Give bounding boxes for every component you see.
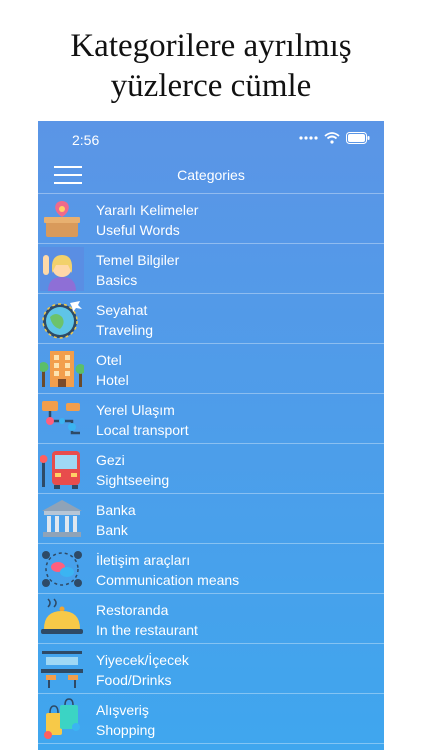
category-item-basics[interactable]: Temel Bilgiler Basics: [38, 244, 384, 294]
category-item-communication-means[interactable]: İletişim araçları Communication means: [38, 544, 384, 594]
food-table-icon: [41, 651, 83, 688]
category-item-restaurant[interactable]: Restoranda In the restaurant: [38, 594, 384, 644]
category-title-en: Hotel: [96, 372, 129, 388]
category-title-en: Useful Words: [96, 222, 180, 238]
category-title-en: Local transport: [96, 422, 189, 438]
category-item-local-transport[interactable]: Yerel Ulaşım Local transport: [38, 394, 384, 444]
promo-headline: Kategorilere ayrılmış yüzlerce cümle: [0, 26, 422, 106]
nav-bar: Categories: [38, 159, 384, 194]
gift-box-icon: [44, 201, 80, 237]
category-title-en: In the restaurant: [96, 622, 198, 638]
cloche-icon: [41, 598, 83, 634]
category-item-food-drinks[interactable]: Yiyecek/İçecek Food/Drinks: [38, 644, 384, 694]
category-title-tr: Gezi: [96, 452, 125, 468]
hotel-building-icon: [40, 351, 84, 387]
people-chat-icon: [42, 551, 82, 587]
category-item-bank[interactable]: Banka Bank: [38, 494, 384, 544]
category-item-hotel[interactable]: Otel Hotel: [38, 344, 384, 394]
category-title-tr: Yararlı Kelimeler: [96, 202, 199, 218]
category-title-tr: İletişim araçları: [96, 552, 191, 568]
category-item-shopping[interactable]: Alışveriş Shopping: [38, 694, 384, 744]
category-title-en: Communication means: [96, 572, 240, 588]
battery-icon: [346, 132, 370, 144]
headline-line-2: yüzlerce cümle: [110, 68, 312, 104]
category-title-tr: Yiyecek/İçecek: [96, 652, 189, 668]
category-title-tr: Otel: [96, 352, 122, 368]
category-title-en: Food/Drinks: [96, 672, 172, 688]
page-title: Categories: [177, 167, 245, 183]
bank-icon: [42, 500, 82, 537]
shopping-bags-icon: [44, 698, 80, 739]
waving-person-icon: [40, 247, 84, 291]
category-title-en: Sightseeing: [96, 472, 170, 488]
category-item-traveling[interactable]: Seyahat Traveling: [38, 294, 384, 344]
category-title-en: Shopping: [96, 722, 156, 738]
status-bar: 2:56: [38, 121, 384, 159]
status-time: 2:56: [72, 132, 100, 148]
signal-dots-icon: [299, 136, 318, 140]
category-title-tr: Restoranda: [96, 602, 169, 618]
wifi-icon: [324, 132, 340, 144]
category-title-en: Traveling: [96, 322, 154, 338]
headline-line-1: Kategorilere ayrılmış: [70, 28, 352, 64]
globe-plane-icon: [42, 301, 82, 339]
transit-route-icon: [42, 401, 80, 435]
category-title-tr: Alışveriş: [96, 702, 149, 718]
bus-icon: [40, 451, 80, 489]
category-title-en: Bank: [96, 522, 128, 538]
category-item-sightseeing[interactable]: Gezi Sightseeing: [38, 444, 384, 494]
category-item-useful-words[interactable]: Yararlı Kelimeler Useful Words: [38, 194, 384, 244]
category-title-tr: Temel Bilgiler: [96, 252, 180, 268]
category-title-tr: Banka: [96, 502, 136, 518]
status-icons: [298, 132, 370, 144]
category-title-en: Basics: [96, 272, 138, 288]
category-list: Yararlı Kelimeler Useful Words Temel Bil…: [38, 194, 384, 744]
category-title-tr: Yerel Ulaşım: [96, 402, 175, 418]
phone-screen: 2:56 Categories Yararlı Kelimeler Useful…: [38, 121, 384, 750]
category-title-tr: Seyahat: [96, 302, 148, 318]
